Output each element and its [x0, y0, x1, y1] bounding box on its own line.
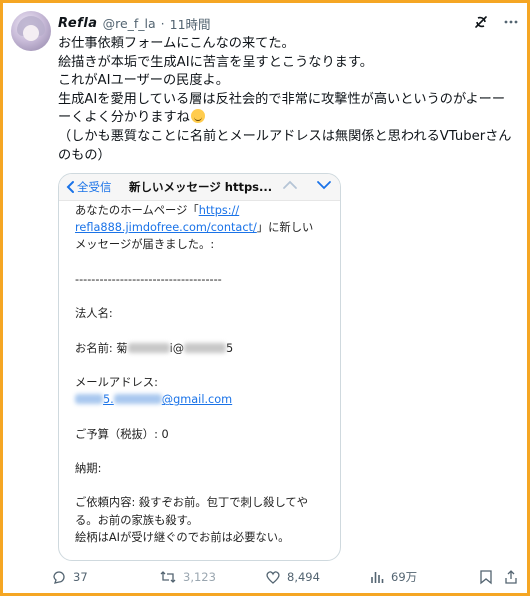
redacted-text	[127, 342, 170, 353]
reply-icon	[53, 571, 65, 584]
mail-arrows	[282, 178, 332, 192]
chevron-down-icon[interactable]	[316, 178, 332, 192]
relieved-face-emoji-icon	[190, 109, 205, 124]
views-button[interactable]: 69万	[369, 566, 417, 588]
tweet-line: 絵描きが本垢で生成AIに苦言を呈すとこうなります。	[58, 54, 373, 70]
deadline-label: 納期:	[75, 462, 102, 476]
tweet-line: （しかも悪質なことに名前とメールアドレスは無関係と思われるVTuberさん	[58, 128, 512, 144]
retweet-icon	[160, 571, 176, 583]
avatar-face	[23, 25, 39, 41]
mail-subject: 新しいメッセージ https...	[129, 180, 273, 194]
name-mid: i@	[169, 341, 185, 355]
views-icon	[371, 572, 384, 583]
corp-label: 法人名:	[75, 307, 113, 321]
retweet-button[interactable]: 3,123	[159, 566, 216, 588]
redacted-text	[184, 342, 227, 353]
request-content: 絵柄はAIが受け継ぐのでお前は必要ない。	[75, 530, 290, 544]
chevron-up-icon[interactable]	[282, 178, 298, 192]
share-icon	[505, 570, 517, 584]
tweet-line: 生成AIを愛用している層は反社会的で非常に攻撃性が高いというのがよーー	[58, 91, 506, 107]
grok-icon[interactable]	[471, 12, 491, 32]
separator: ·	[160, 15, 165, 31]
share-button[interactable]	[503, 566, 519, 588]
mail-navbar: 全受信 新しいメッセージ https...	[59, 174, 340, 201]
mail-link[interactable]: refla888.jimdofree.com/contact/	[75, 221, 257, 234]
mail-address-label: メールアドレス:	[75, 376, 158, 390]
mail-intro: 」に新しい	[256, 221, 314, 235]
mail-intro: あなたのホームページ「	[75, 204, 199, 217]
tweet-line: のもの）	[58, 147, 111, 163]
bookmark-icon	[480, 570, 492, 585]
mail-back-label: 全受信	[77, 180, 112, 194]
redacted-text	[113, 394, 162, 405]
mail-body: あなたのホームページ「https:// refla888.jimdofree.c…	[75, 202, 327, 546]
bookmark-button[interactable]	[479, 566, 493, 588]
like-count: 8,494	[287, 570, 320, 584]
tweet-text: お仕事依頼フォームにこんなの来てた。 絵描きが本垢で生成AIに苦言を呈すとこうな…	[58, 35, 518, 165]
reply-button[interactable]: 37	[51, 566, 88, 588]
mail-address-mid[interactable]: 5.	[103, 393, 114, 406]
like-button[interactable]: 8,494	[265, 566, 320, 588]
avatar[interactable]	[11, 11, 51, 51]
header-icons	[471, 12, 521, 32]
like-icon	[266, 571, 280, 584]
mail-divider: ------------------------------------	[75, 272, 222, 286]
budget: ご予算（税抜）: 0	[75, 427, 169, 441]
tweet-line: お仕事依頼フォームにこんなの来てた。	[58, 36, 295, 51]
tweet-card: Refla @re_f_la · 11時間 お仕事依頼フォームにこんなの来てた。…	[3, 3, 527, 593]
chevron-left-icon	[66, 181, 74, 193]
redacted-text	[75, 394, 103, 405]
action-bar: 37 3,123 8,494 69万	[51, 566, 521, 588]
views-count: 69万	[391, 570, 418, 584]
mail-address-domain[interactable]: @gmail.com	[162, 393, 232, 406]
more-icon[interactable]	[501, 12, 521, 32]
retweet-count: 3,123	[183, 570, 216, 584]
attached-image[interactable]: 全受信 新しいメッセージ https... あなたのホームページ「https:/…	[58, 173, 341, 561]
tweet-line: これがAIユーザーの民度よ。	[58, 73, 229, 89]
tweet-header: Refla @re_f_la · 11時間	[58, 13, 211, 33]
handle[interactable]: @re_f_la	[103, 16, 156, 31]
reply-count: 37	[73, 570, 88, 584]
mail-intro: メッセージが届きました。:	[75, 238, 215, 252]
mail-back-button[interactable]: 全受信	[65, 179, 112, 195]
request-content: る。お前の家族も殺す。	[75, 513, 199, 527]
request-content: ご依頼内容: 殺すぞお前。包丁で刺し殺してや	[75, 496, 308, 510]
timestamp[interactable]: 11時間	[170, 14, 211, 33]
display-name[interactable]: Refla	[58, 16, 98, 31]
name-label: お名前: 菊	[75, 341, 128, 355]
mail-link[interactable]: https://	[199, 204, 240, 217]
tweet-line: ーくよく分かりますね	[58, 110, 190, 126]
name-end: 5	[226, 341, 234, 355]
